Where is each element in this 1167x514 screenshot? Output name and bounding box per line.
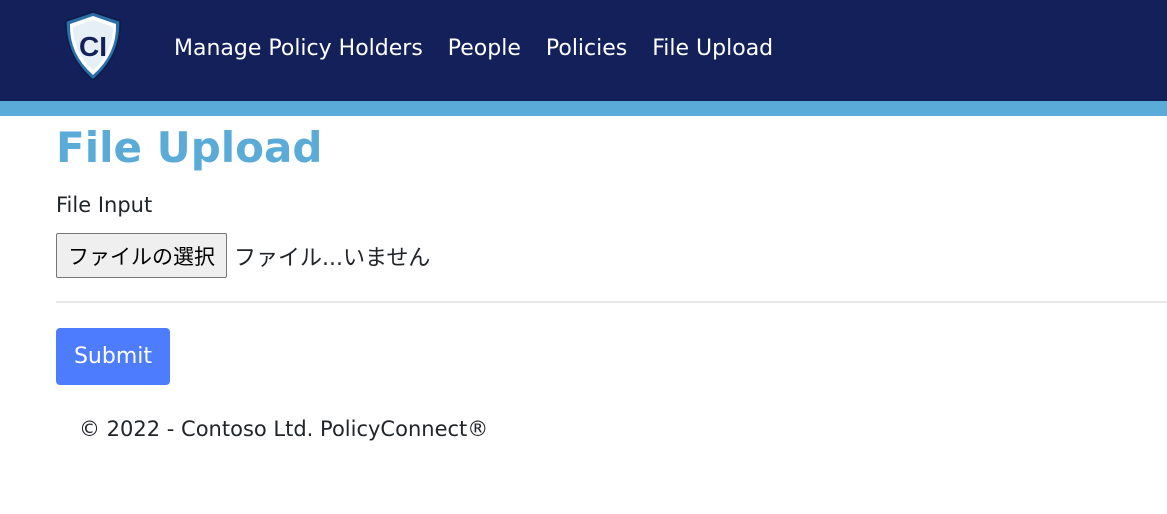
brand-logo[interactable]: CI bbox=[62, 10, 124, 82]
navbar: CI Manage Policy Holders People Policies… bbox=[0, 0, 1167, 101]
nav-link-people[interactable]: People bbox=[448, 34, 521, 64]
accent-bar bbox=[0, 101, 1167, 116]
footer-text: © 2022 - Contoso Ltd. PolicyConnect® bbox=[79, 417, 489, 441]
file-input-label: File Input bbox=[56, 193, 153, 217]
divider bbox=[56, 301, 1167, 303]
file-input[interactable]: ファイルの選択 ファイル...いません bbox=[56, 233, 430, 278]
shield-logo-icon: CI bbox=[65, 11, 121, 81]
main-nav: Manage Policy Holders People Policies Fi… bbox=[174, 34, 773, 64]
nav-link-file-upload[interactable]: File Upload bbox=[652, 34, 773, 64]
nav-link-policies[interactable]: Policies bbox=[546, 34, 627, 64]
submit-button[interactable]: Submit bbox=[56, 328, 170, 385]
choose-file-button[interactable]: ファイルの選択 bbox=[56, 233, 227, 278]
logo-text: CI bbox=[79, 31, 107, 62]
nav-link-manage-policy-holders[interactable]: Manage Policy Holders bbox=[174, 34, 423, 64]
page-title: File Upload bbox=[56, 123, 323, 172]
file-status-text: ファイル...いません bbox=[234, 245, 431, 271]
